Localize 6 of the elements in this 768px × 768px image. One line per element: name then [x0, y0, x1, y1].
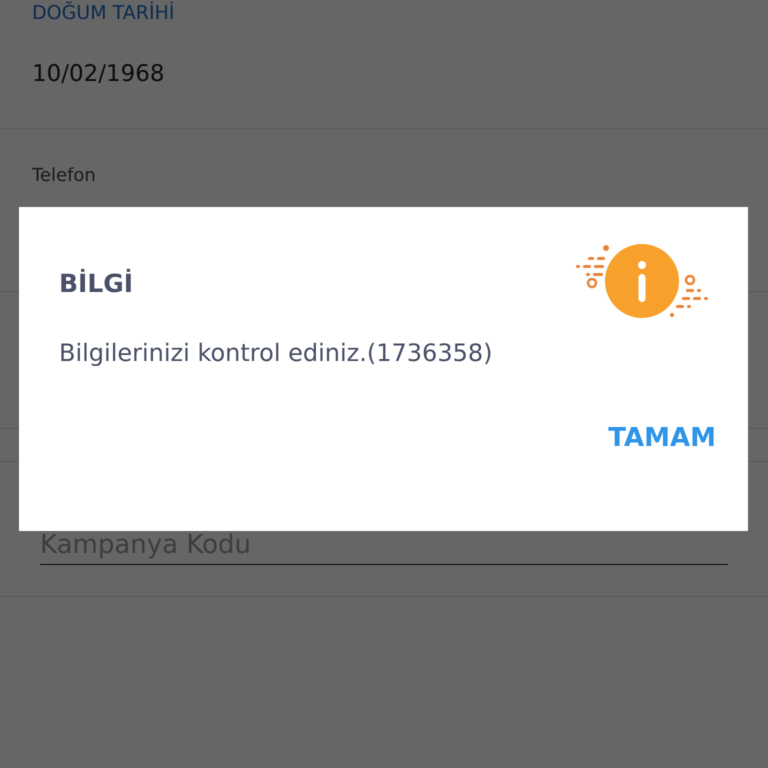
field-label: Telefon: [32, 165, 97, 186]
dialog-title: BİLGİ: [59, 268, 134, 298]
dialog-message: Bilgilerinizi kontrol ediniz.(1736358): [59, 339, 494, 367]
ok-button[interactable]: TAMAM: [608, 419, 716, 457]
field-value: 10/02/1968: [32, 60, 166, 87]
field-label: DOĞUM TARİHİ: [32, 2, 176, 25]
